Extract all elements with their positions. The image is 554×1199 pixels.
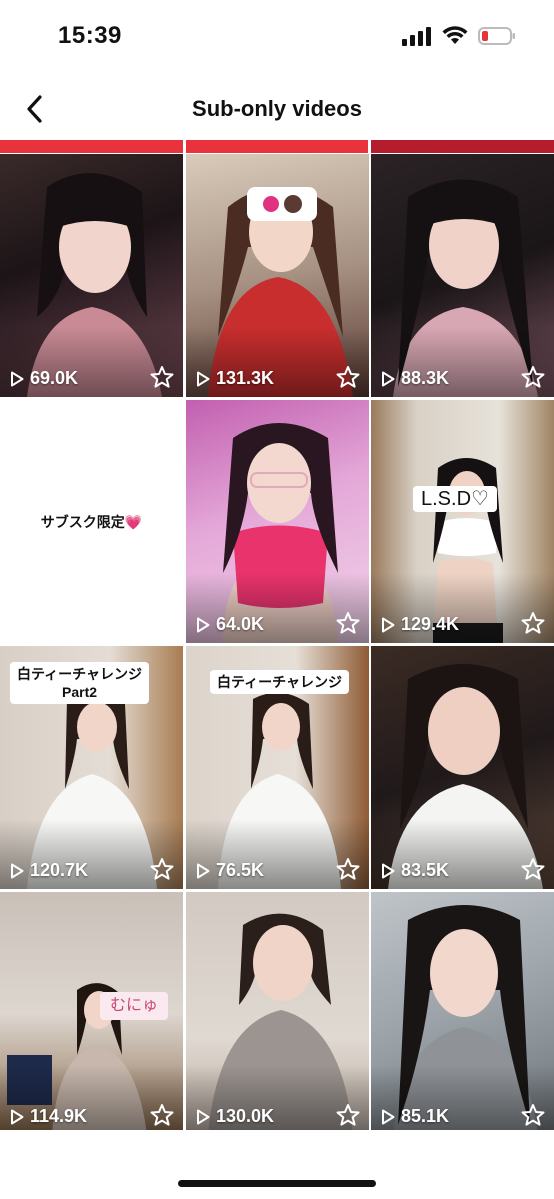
view-count: 69.0K [30,368,79,388]
play-icon [11,371,24,386]
play-count: 69.0K [10,368,78,389]
page-title: Sub-only videos [192,96,362,121]
pin-star-icon [521,612,545,634]
view-count: 114.9K [30,1106,88,1126]
pin-star-icon [150,366,174,388]
view-count: 64.0K [216,614,265,634]
video-tile[interactable]: 白ティーチャレンジ 76.5K [186,646,369,889]
video-tile[interactable]: L.S.D♡ 129.4K [371,400,554,643]
play-count: 64.0K [196,614,264,635]
wifi-icon [442,26,468,44]
video-tile[interactable]: 131.3K [186,154,369,397]
pin-star-icon [521,858,545,880]
video-tile[interactable]: 83.5K [371,646,554,889]
play-icon [197,863,210,878]
video-tile[interactable]: 64.0K [186,400,369,643]
view-count: 129.4K [401,614,460,634]
pin-star-icon [521,1104,545,1126]
play-count: 130.0K [196,1106,274,1127]
video-tile[interactable]: 69.0K [0,154,183,397]
video-tile[interactable]: 88.3K [371,154,554,397]
status-time: 15:39 [58,22,122,49]
view-count: 120.7K [30,860,89,880]
play-icon [197,1109,210,1124]
pin-star-icon [150,858,174,880]
pin-star-icon [336,858,360,880]
play-count: 83.5K [381,860,449,881]
play-count: 131.3K [196,368,274,389]
pin-star-icon [336,1104,360,1126]
play-icon [382,371,395,386]
home-indicator[interactable] [178,1180,376,1187]
play-count: 88.3K [381,368,449,389]
play-count: 129.4K [381,614,459,635]
tile-overlay-label: むにゅ [100,992,169,1020]
tile-caption: サブスク限定💗 [40,513,143,530]
pin-star-icon [150,1104,174,1126]
play-icon [11,1109,24,1124]
partial-row-strip [186,140,368,153]
video-tile-text-card[interactable]: サブスク限定💗 [0,400,183,643]
tile-overlay-label: 白ティーチャレンジ Part2 [10,662,150,704]
status-icons [402,26,516,46]
partial-row-strip [371,140,554,153]
play-count: 85.1K [381,1106,449,1127]
view-count: 76.5K [216,860,265,880]
pin-star-icon [336,612,360,634]
play-icon [197,371,210,386]
video-tile[interactable]: 130.0K [186,892,369,1130]
view-count: 130.0K [216,1106,275,1126]
play-icon [382,863,395,878]
play-count: 114.9K [10,1106,87,1127]
view-count: 85.1K [401,1106,450,1126]
video-tile[interactable]: むにゅ 114.9K [0,892,183,1130]
partial-row-strip [0,140,183,153]
view-count: 83.5K [401,860,450,880]
pin-star-icon [521,366,545,388]
play-count: 76.5K [196,860,264,881]
tile-overlay-label: L.S.D♡ [413,486,497,512]
video-grid: 69.0K 131.3K 88.3K サブスク限定💗 64.0K L.S.D♡ … [0,140,554,1130]
battery-low-icon [478,27,515,45]
cellular-icon [402,27,431,46]
tile-overlay-label: 白ティーチャレンジ [210,670,350,694]
video-tile[interactable]: 85.1K [371,892,554,1130]
view-count: 88.3K [401,368,450,388]
nav-bar: Sub-only videos [0,84,554,136]
pin-star-icon [336,366,360,388]
status-bar: 15:39 [0,0,554,70]
play-icon [382,1109,395,1124]
play-icon [382,617,395,632]
video-tile[interactable]: 白ティーチャレンジ Part2 120.7K [0,646,183,889]
play-icon [197,617,210,632]
play-count: 120.7K [10,860,88,881]
play-icon [11,863,24,878]
view-count: 131.3K [216,368,275,388]
